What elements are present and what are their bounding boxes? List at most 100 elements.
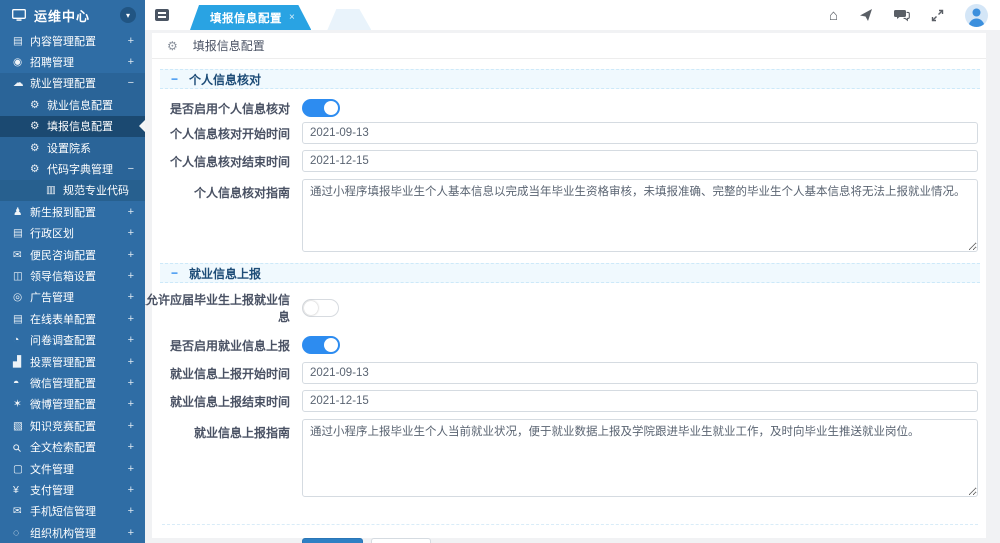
personal-check-end-date-input[interactable]	[302, 150, 978, 172]
tab-fill-info-config[interactable]: 填报信息配置 ×	[190, 5, 311, 30]
sidebar-item-fill-info-config[interactable]: ⚙ 填报信息配置	[0, 116, 145, 137]
form-row: 个人信息核对指南 通过小程序填报毕业生个人基本信息以完成当年毕业生资格审核，未填…	[160, 179, 980, 255]
collapse-minus-icon[interactable]: −	[171, 266, 178, 280]
expand-plus-icon: +	[128, 356, 134, 368]
eye-icon: ◉	[13, 56, 30, 68]
expand-plus-icon: +	[128, 313, 134, 325]
sidebar-item-leader-mailbox[interactable]: ◫ 领导信箱设置 +	[0, 265, 145, 286]
form-row: 就业信息上报开始时间	[160, 362, 980, 384]
gear-icon: ⚙	[30, 142, 47, 154]
user-avatar[interactable]	[965, 4, 988, 27]
collapse-minus-icon[interactable]: −	[171, 72, 178, 86]
sidebar-item-wechat-management[interactable]: ◓ 微信管理配置 +	[0, 372, 145, 393]
expand-plus-icon: +	[128, 484, 134, 496]
form-actions: 保存 ↺ 重置	[160, 538, 980, 543]
sidebar-item-code-dictionary[interactable]: ⚙ 代码字典管理 −	[0, 158, 145, 179]
expand-plus-icon: +	[128, 227, 134, 239]
page-title: 填报信息配置	[193, 37, 265, 54]
sidebar-item-standard-major-code[interactable]: ▥ 规范专业代码	[0, 180, 145, 201]
collapse-minus-icon: −	[128, 77, 134, 89]
expand-plus-icon: +	[128, 420, 134, 432]
sidebar-item-employment-info-config[interactable]: ⚙ 就业信息配置	[0, 94, 145, 115]
mailbox-icon: ◫	[13, 270, 30, 282]
expand-plus-icon: +	[128, 377, 134, 389]
monitor-icon	[12, 9, 26, 22]
topbar: 填报信息配置 × ⌂	[145, 0, 1000, 30]
expand-plus-icon: +	[128, 270, 134, 282]
sidebar-item-recruitment[interactable]: ◉ 招聘管理 +	[0, 51, 145, 72]
breadcrumb: ⚙ 填报信息配置	[152, 33, 986, 59]
collapse-minus-icon: −	[128, 163, 134, 175]
expand-plus-icon: +	[128, 206, 134, 218]
paper-plane-icon[interactable]	[859, 8, 873, 22]
clock-icon: ◔	[13, 334, 30, 346]
personal-check-start-date-input[interactable]	[302, 122, 978, 144]
sidebar-item-ad-management[interactable]: ◎ 广告管理 +	[0, 287, 145, 308]
expand-plus-icon: +	[128, 249, 134, 261]
topbar-actions: ⌂	[829, 0, 1000, 30]
sidebar-item-knowledge-contest[interactable]: ▧ 知识竞赛配置 +	[0, 415, 145, 436]
sidebar-header: 运维中心 ▾	[0, 0, 145, 30]
file-icon: ▢	[13, 463, 30, 475]
sidebar-item-online-form[interactable]: ▤ 在线表单配置 +	[0, 308, 145, 329]
gear-icon: ⚙	[167, 39, 178, 53]
sidebar-item-fulltext-search[interactable]: ⚲ 全文检索配置 +	[0, 436, 145, 457]
sidebar-item-sms-management[interactable]: ✉ 手机短信管理 +	[0, 501, 145, 522]
form-row: 只允许应届毕业生上报就业信息	[160, 291, 980, 325]
form-row: 就业信息上报结束时间	[160, 390, 980, 412]
home-icon[interactable]: ⌂	[829, 8, 838, 23]
sidebar-item-administrative-division[interactable]: ▤ 行政区划 +	[0, 223, 145, 244]
enable-employment-report-toggle[interactable]	[302, 336, 340, 354]
section-header-employment-report[interactable]: − 就业信息上报	[160, 263, 980, 283]
form-row: 就业信息上报指南 通过小程序上报毕业生个人当前就业状况，便于就业数据上报及学院跟…	[160, 419, 980, 500]
sidebar-item-payment-management[interactable]: ¥ 支付管理 +	[0, 479, 145, 500]
employment-report-guide-textarea[interactable]: 通过小程序上报毕业生个人当前就业状况，便于就业数据上报及学院跟进毕业生就业工作，…	[302, 419, 978, 497]
sidebar-item-freshman-registration[interactable]: ♟ 新生报到配置 +	[0, 201, 145, 222]
yen-icon: ¥	[13, 484, 30, 496]
sidebar-collapse-button[interactable]: ▾	[120, 7, 136, 23]
sidebar-item-file-management[interactable]: ▢ 文件管理 +	[0, 458, 145, 479]
sidebar-item-public-consultation[interactable]: ✉ 便民咨询配置 +	[0, 244, 145, 265]
book-icon: ▥	[46, 184, 63, 196]
document-icon: ▤	[13, 227, 30, 239]
sidebar-item-voting-management[interactable]: ▟ 投票管理配置 +	[0, 351, 145, 372]
sidebar-item-employment-management[interactable]: ☁ 就业管理配置 −	[0, 73, 145, 94]
config-form: − 个人信息核对 是否启用个人信息核对 个人信息核对开始时间 个人信息核对结束时…	[152, 59, 986, 543]
only-fresh-graduates-toggle[interactable]	[302, 299, 339, 317]
sidebar-item-department-setup[interactable]: ⚙ 设置院系	[0, 137, 145, 158]
gear-icon: ⚙	[30, 163, 47, 175]
gear-icon: ⚙	[30, 120, 47, 132]
expand-plus-icon: +	[128, 505, 134, 517]
section-header-personal-info-check[interactable]: − 个人信息核对	[160, 69, 980, 89]
form-row: 个人信息核对结束时间	[160, 150, 980, 172]
tab-close-icon[interactable]: ×	[289, 12, 295, 23]
sidebar-item-content-management[interactable]: ▤ 内容管理配置 +	[0, 30, 145, 51]
expand-plus-icon: +	[128, 463, 134, 475]
form-row: 是否启用就业信息上报	[160, 336, 980, 354]
cloud-icon: ☁	[13, 77, 30, 89]
employment-report-start-date-input[interactable]	[302, 362, 978, 384]
employment-report-end-date-input[interactable]	[302, 390, 978, 412]
target-icon: ◎	[13, 291, 30, 303]
comments-icon[interactable]	[894, 9, 910, 22]
expand-plus-icon: +	[128, 334, 134, 346]
fullscreen-icon[interactable]	[931, 9, 944, 22]
expand-plus-icon: +	[128, 35, 134, 47]
ghost-tab	[327, 9, 371, 30]
sidebar: 运维中心 ▾ ▤ 内容管理配置 + ◉ 招聘管理 + ☁ 就业管理配置 − ⚙ …	[0, 0, 145, 543]
envelope-icon: ✉	[13, 505, 30, 517]
gear-icon: ⚙	[30, 99, 47, 111]
search-icon: ⚲	[11, 439, 28, 456]
sidebar-item-questionnaire[interactable]: ◔ 问卷调查配置 +	[0, 329, 145, 350]
personal-check-guide-textarea[interactable]: 通过小程序填报毕业生个人基本信息以完成当年毕业生资格审核，未填报准确、完整的毕业…	[302, 179, 978, 252]
content-icon: ▤	[13, 35, 30, 47]
form-icon: ▤	[13, 313, 30, 325]
save-button[interactable]: 保存	[302, 538, 363, 543]
expand-plus-icon: +	[128, 291, 134, 303]
expand-plus-icon: +	[128, 398, 134, 410]
sidebar-item-org-structure[interactable]: ◌ 组织机构管理 +	[0, 522, 145, 543]
reset-button[interactable]: ↺ 重置	[371, 538, 431, 543]
sidebar-item-weibo-management[interactable]: ✶ 微博管理配置 +	[0, 394, 145, 415]
menu-toggle-icon[interactable]	[155, 9, 169, 21]
enable-personal-info-check-toggle[interactable]	[302, 99, 340, 117]
